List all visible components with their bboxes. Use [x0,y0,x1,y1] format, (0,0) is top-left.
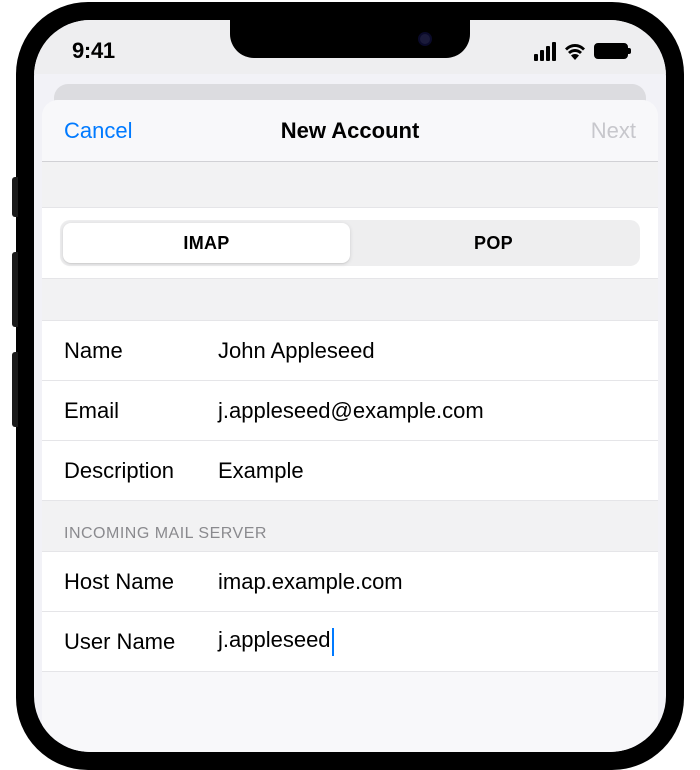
name-label: Name [64,338,218,364]
phone-screen: 9:41 Cancel New Account Next [34,20,666,752]
mute-switch [12,177,18,217]
section-spacer [42,162,658,208]
status-time: 9:41 [72,38,115,64]
modal-sheet: Cancel New Account Next IMAP POP Name Jo… [42,100,658,752]
segment-pop[interactable]: POP [350,223,637,263]
username-row[interactable]: User Name j.appleseed [42,612,658,672]
email-label: Email [64,398,218,424]
email-row[interactable]: Email j.appleseed@example.com [42,381,658,441]
incoming-server-section-header: INCOMING MAIL SERVER [42,501,658,552]
next-button[interactable]: Next [546,118,636,144]
battery-icon [594,43,628,59]
volume-up-button [12,252,18,327]
segmented-control-wrapper: IMAP POP [42,208,658,279]
account-type-segmented-control: IMAP POP [60,220,640,266]
volume-down-button [12,352,18,427]
text-cursor-icon [332,628,335,656]
username-field[interactable]: j.appleseed [218,627,636,655]
hostname-label: Host Name [64,569,218,595]
phone-device-frame: 9:41 Cancel New Account Next [16,2,684,770]
segment-imap[interactable]: IMAP [63,223,350,263]
wifi-icon [563,42,587,60]
cellular-signal-icon [534,42,556,61]
status-icons [534,42,628,61]
name-field[interactable]: John Appleseed [218,338,636,364]
device-notch [230,20,470,58]
navigation-bar: Cancel New Account Next [42,100,658,162]
cancel-button[interactable]: Cancel [64,118,154,144]
section-spacer [42,279,658,321]
description-row[interactable]: Description Example [42,441,658,501]
username-value-text: j.appleseed [218,627,331,652]
name-row[interactable]: Name John Appleseed [42,321,658,381]
hostname-row[interactable]: Host Name imap.example.com [42,552,658,612]
description-label: Description [64,458,218,484]
username-label: User Name [64,629,218,655]
page-title: New Account [154,118,546,144]
description-field[interactable]: Example [218,458,636,484]
front-camera-icon [418,32,432,46]
email-field[interactable]: j.appleseed@example.com [218,398,636,424]
hostname-field[interactable]: imap.example.com [218,569,636,595]
